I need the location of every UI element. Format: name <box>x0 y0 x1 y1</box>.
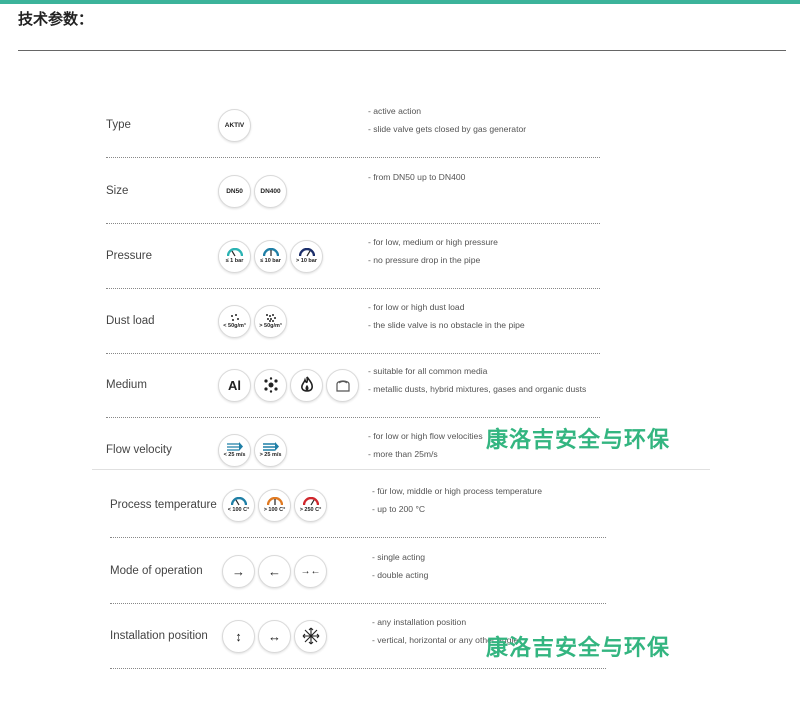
row-medium: Medium Al - suitable for all common medi… <box>106 352 600 418</box>
dn400-icon: DN400 <box>254 174 287 208</box>
hybrid-mixture-icon <box>254 368 287 402</box>
row-dust-load: Dust load < 50g/m³ > 50g/m³ - for low or… <box>106 288 600 354</box>
row-label: Size <box>106 185 129 197</box>
row-label: Pressure <box>106 250 153 262</box>
row-label: Mode of operation <box>110 565 203 577</box>
temp-high-icon: > 250 C° <box>294 488 327 522</box>
aluminium-icon: Al <box>218 368 251 402</box>
row-label: Installation position <box>110 630 208 642</box>
row-description: - for low or high flow velocities - more… <box>368 431 483 459</box>
arrow-right-icon: → <box>222 554 255 588</box>
row-description: - für low, middle or high process temper… <box>372 486 543 514</box>
dn50-icon: DN50 <box>218 174 251 208</box>
row-size: Size DN50 DN400 - from DN50 up to DN400 <box>106 158 600 224</box>
vertical-arrow-icon: ↕ <box>222 619 255 653</box>
row-icons: DN50 DN400 <box>218 158 287 224</box>
gauge-low-icon: ≤ 1 bar <box>218 239 251 273</box>
row-mode-of-operation: Mode of operation → ← →← - single acting… <box>110 538 606 604</box>
any-direction-icon <box>294 619 327 653</box>
horizontal-arrow-icon: ↔ <box>258 619 291 653</box>
row-description: - for low or high dust load - the slide … <box>368 302 525 330</box>
watermark-text: 康洛吉安全与环保 <box>486 428 671 453</box>
flame-icon <box>290 368 323 402</box>
temp-low-icon: < 100 C° <box>222 488 255 522</box>
row-icons: Al <box>218 352 359 418</box>
row-pressure: Pressure ≤ 1 bar ≤ 10 bar > 10 bar - for… <box>106 223 600 289</box>
tech-params-table: Type AKTIV - active action - slide valve… <box>0 0 800 713</box>
dust-low-icon: < 50g/m³ <box>218 304 251 338</box>
row-description: - for low, medium or high pressure - no … <box>368 237 498 265</box>
row-label: Process temperature <box>110 499 217 511</box>
row-label: Medium <box>106 379 147 391</box>
row-icons: AKTIV <box>218 92 251 158</box>
row-icons: < 50g/m³ > 50g/m³ <box>218 288 287 354</box>
arrow-left-icon: ← <box>258 554 291 588</box>
temp-mid-icon: > 100 C° <box>258 488 291 522</box>
aktiv-icon: AKTIV <box>218 108 251 142</box>
row-description: - from DN50 up to DN400 <box>368 172 466 182</box>
row-process-temperature: Process temperature < 100 C° > 100 C° > … <box>110 472 606 538</box>
row-description: - suitable for all common media - metall… <box>368 366 587 394</box>
gauge-medium-icon: ≤ 10 bar <box>254 239 287 273</box>
flow-high-icon: > 25 m/s <box>254 433 287 467</box>
organic-dust-icon <box>326 368 359 402</box>
row-icons: < 100 C° > 100 C° > 250 C° <box>222 472 327 538</box>
section-divider <box>92 469 710 470</box>
row-type: Type AKTIV - active action - slide valve… <box>106 92 600 158</box>
row-label: Dust load <box>106 315 155 327</box>
arrows-converge-icon: →← <box>294 554 327 588</box>
watermark-text: 康洛吉安全与环保 <box>486 636 671 661</box>
row-label: Type <box>106 119 131 131</box>
flow-low-icon: < 25 m/s <box>218 433 251 467</box>
row-description: - single acting - double acting <box>372 552 429 580</box>
dust-high-icon: > 50g/m³ <box>254 304 287 338</box>
row-icons: → ← →← <box>222 538 327 604</box>
row-icons: ≤ 1 bar ≤ 10 bar > 10 bar <box>218 223 323 289</box>
row-separator <box>110 668 606 669</box>
gauge-high-icon: > 10 bar <box>290 239 323 273</box>
row-icons: ↕ ↔ <box>222 603 327 669</box>
row-description: - active action - slide valve gets close… <box>368 106 527 134</box>
